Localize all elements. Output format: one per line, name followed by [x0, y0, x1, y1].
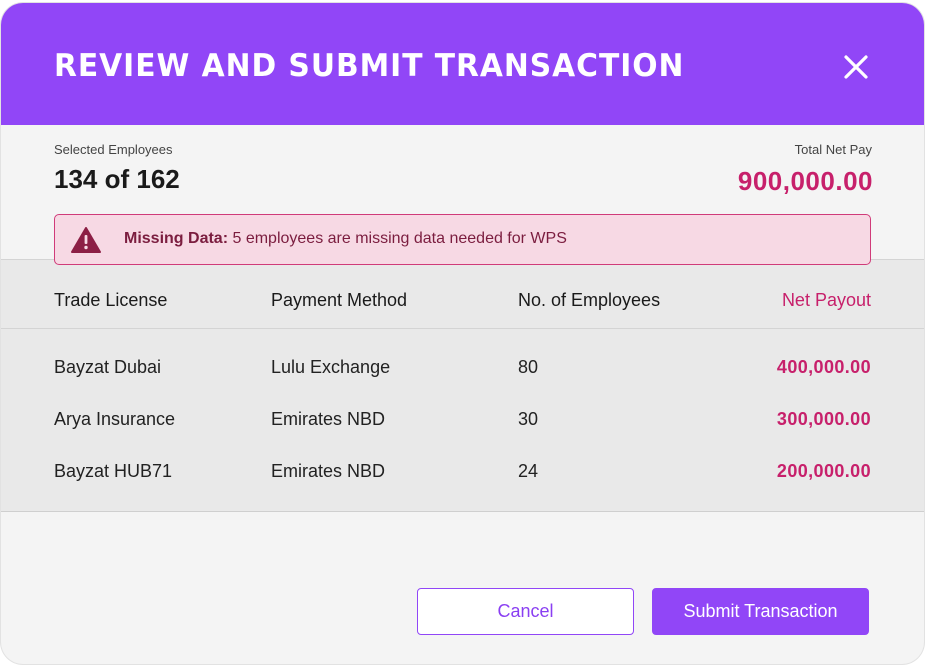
cancel-button[interactable]: Cancel [417, 588, 634, 635]
close-button[interactable] [839, 50, 873, 84]
cell-employees: 30 [518, 409, 539, 429]
review-transaction-dialog: REVIEW AND SUBMIT TRANSACTION Selected E… [1, 3, 924, 664]
cell-trade-license: Bayzat HUB71 [54, 461, 173, 481]
submit-transaction-button[interactable]: Submit Transaction [652, 588, 869, 635]
column-header-employees: No. of Employees [518, 290, 661, 310]
selected-employees-value: 134 of 162 [54, 164, 180, 194]
column-header-net-payout: Net Payout [781, 290, 871, 310]
cell-net-payout: 400,000.00 [776, 357, 871, 377]
cell-payment-method: Emirates NBD [271, 461, 386, 481]
close-icon [844, 55, 868, 79]
selected-employees-label: Selected Employees [54, 142, 173, 157]
table-header-row: Trade License Payment Method No. of Empl… [1, 260, 924, 329]
column-header-trade-license: Trade License [54, 290, 168, 310]
alert-detail: 5 employees are missing data needed for … [232, 230, 567, 247]
table-row: Bayzat HUB71 Emirates NBD 24 200,000.00 [1, 461, 924, 501]
column-header-payment-method: Payment Method [271, 290, 408, 310]
alert-title: Missing Data: [124, 230, 229, 247]
table-row: Arya Insurance Emirates NBD 30 300,000.0… [1, 409, 924, 449]
cell-net-payout: 200,000.00 [776, 461, 871, 481]
payout-table: Trade License Payment Method No. of Empl… [1, 259, 924, 512]
table-row: Bayzat Dubai Lulu Exchange 80 400,000.00 [1, 357, 924, 397]
cell-payment-method: Lulu Exchange [271, 357, 391, 377]
dialog-title: REVIEW AND SUBMIT TRANSACTION [54, 48, 685, 84]
alert-message: Missing Data: 5 employees are missing da… [124, 230, 567, 248]
total-net-pay-label: Total Net Pay [794, 142, 872, 157]
cell-employees: 24 [518, 461, 539, 481]
warning-triangle-icon [71, 227, 101, 253]
dialog-header: REVIEW AND SUBMIT TRANSACTION [1, 3, 924, 125]
cell-payment-method: Emirates NBD [271, 409, 386, 429]
cell-trade-license: Arya Insurance [54, 409, 176, 429]
total-net-pay-value: 900,000.00 [737, 166, 873, 196]
cell-trade-license: Bayzat Dubai [54, 357, 162, 377]
cell-net-payout: 300,000.00 [776, 409, 871, 429]
missing-data-alert: Missing Data: 5 employees are missing da… [54, 214, 871, 265]
cell-employees: 80 [518, 357, 539, 377]
